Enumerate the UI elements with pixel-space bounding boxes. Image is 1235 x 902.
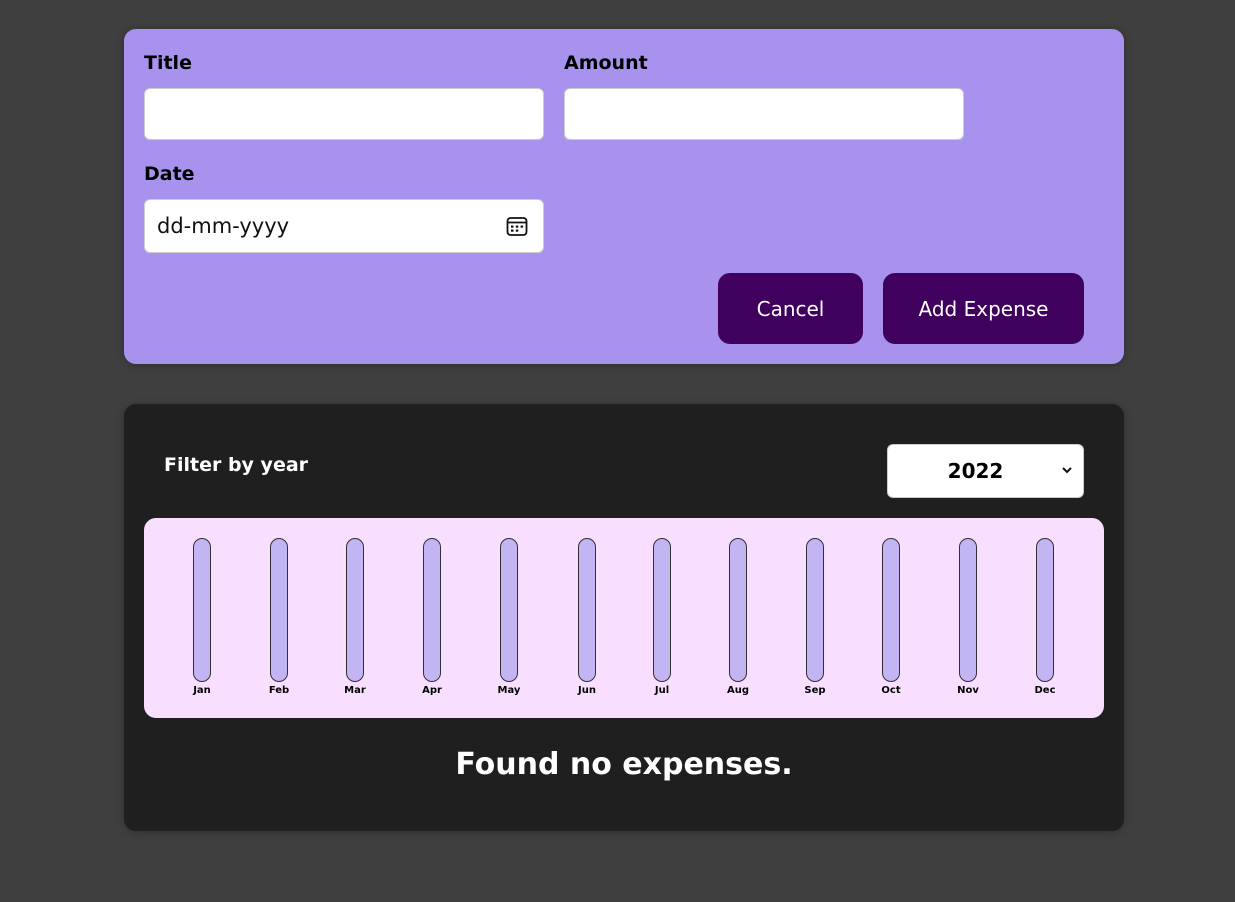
chart-bar-aug: Aug	[718, 538, 758, 698]
filter-label: Filter by year	[164, 454, 309, 476]
date-input[interactable]: dd-mm-yyyy	[144, 199, 544, 253]
chart-bar-nov: Nov	[948, 538, 988, 698]
chart-bar-dec: Dec	[1025, 538, 1065, 698]
chart-bar-may: May	[489, 538, 529, 698]
chevron-down-icon	[1062, 467, 1072, 474]
chart-bar-sep: Sep	[795, 538, 835, 698]
calendar-icon[interactable]	[506, 215, 528, 237]
new-expense-form: Title Amount Date dd-mm-yyyy Cancel Add …	[124, 29, 1124, 364]
chart-bar-track	[193, 538, 211, 682]
chart-bar-label: Aug	[726, 685, 750, 696]
chart-bar-oct: Oct	[871, 538, 911, 698]
chart-bar-track	[578, 538, 596, 682]
title-input[interactable]	[144, 88, 544, 140]
chart-bar-label: May	[497, 685, 521, 696]
chart-bar-label: Dec	[1034, 685, 1056, 696]
chart-bar-track	[729, 538, 747, 682]
chart-bar-track	[806, 538, 824, 682]
chart-bar-jul: Jul	[642, 538, 682, 698]
expenses-chart: Jan Feb Mar Apr May Jun Jul Aug Sep Oct Nov Dec	[144, 518, 1104, 718]
empty-message: Found no expenses.	[455, 747, 793, 782]
chart-bar-label: Feb	[268, 685, 290, 696]
chart-bar-label: Mar	[344, 685, 366, 696]
chart-bar-track	[882, 538, 900, 682]
date-label: Date	[144, 163, 195, 185]
chart-bar-label: Sep	[804, 685, 826, 696]
cancel-button[interactable]: Cancel	[718, 273, 863, 344]
chart-bar-feb: Feb	[259, 538, 299, 698]
chart-bar-label: Oct	[881, 685, 901, 696]
chart-bar-label: Nov	[957, 685, 979, 696]
amount-label: Amount	[564, 52, 648, 74]
year-select[interactable]: 2022	[887, 444, 1084, 498]
title-label: Title	[144, 52, 192, 74]
chart-bar-track	[959, 538, 977, 682]
expenses-list-card: Filter by year 2022 Jan Feb Mar Apr May Jun Ju…	[124, 404, 1124, 831]
chart-bar-label: Jul	[654, 685, 670, 696]
chart-bar-label: Jun	[578, 685, 596, 696]
chart-bar-track	[653, 538, 671, 682]
chart-bar-jan: Jan	[182, 538, 222, 698]
chart-bar-track	[1036, 538, 1054, 682]
chart-bar-track	[500, 538, 518, 682]
chart-bar-track	[423, 538, 441, 682]
selected-year: 2022	[947, 459, 1004, 483]
amount-input[interactable]	[564, 88, 964, 140]
add-expense-button[interactable]: Add Expense	[883, 273, 1084, 344]
chart-bar-label: Apr	[422, 685, 442, 696]
chart-bar-mar: Mar	[335, 538, 375, 698]
chart-bar-jun: Jun	[567, 538, 607, 698]
chart-bar-track	[346, 538, 364, 682]
date-placeholder: dd-mm-yyyy	[157, 214, 290, 238]
chart-bar-apr: Apr	[412, 538, 452, 698]
chart-bar-label: Jan	[193, 685, 211, 696]
chart-bar-track	[270, 538, 288, 682]
